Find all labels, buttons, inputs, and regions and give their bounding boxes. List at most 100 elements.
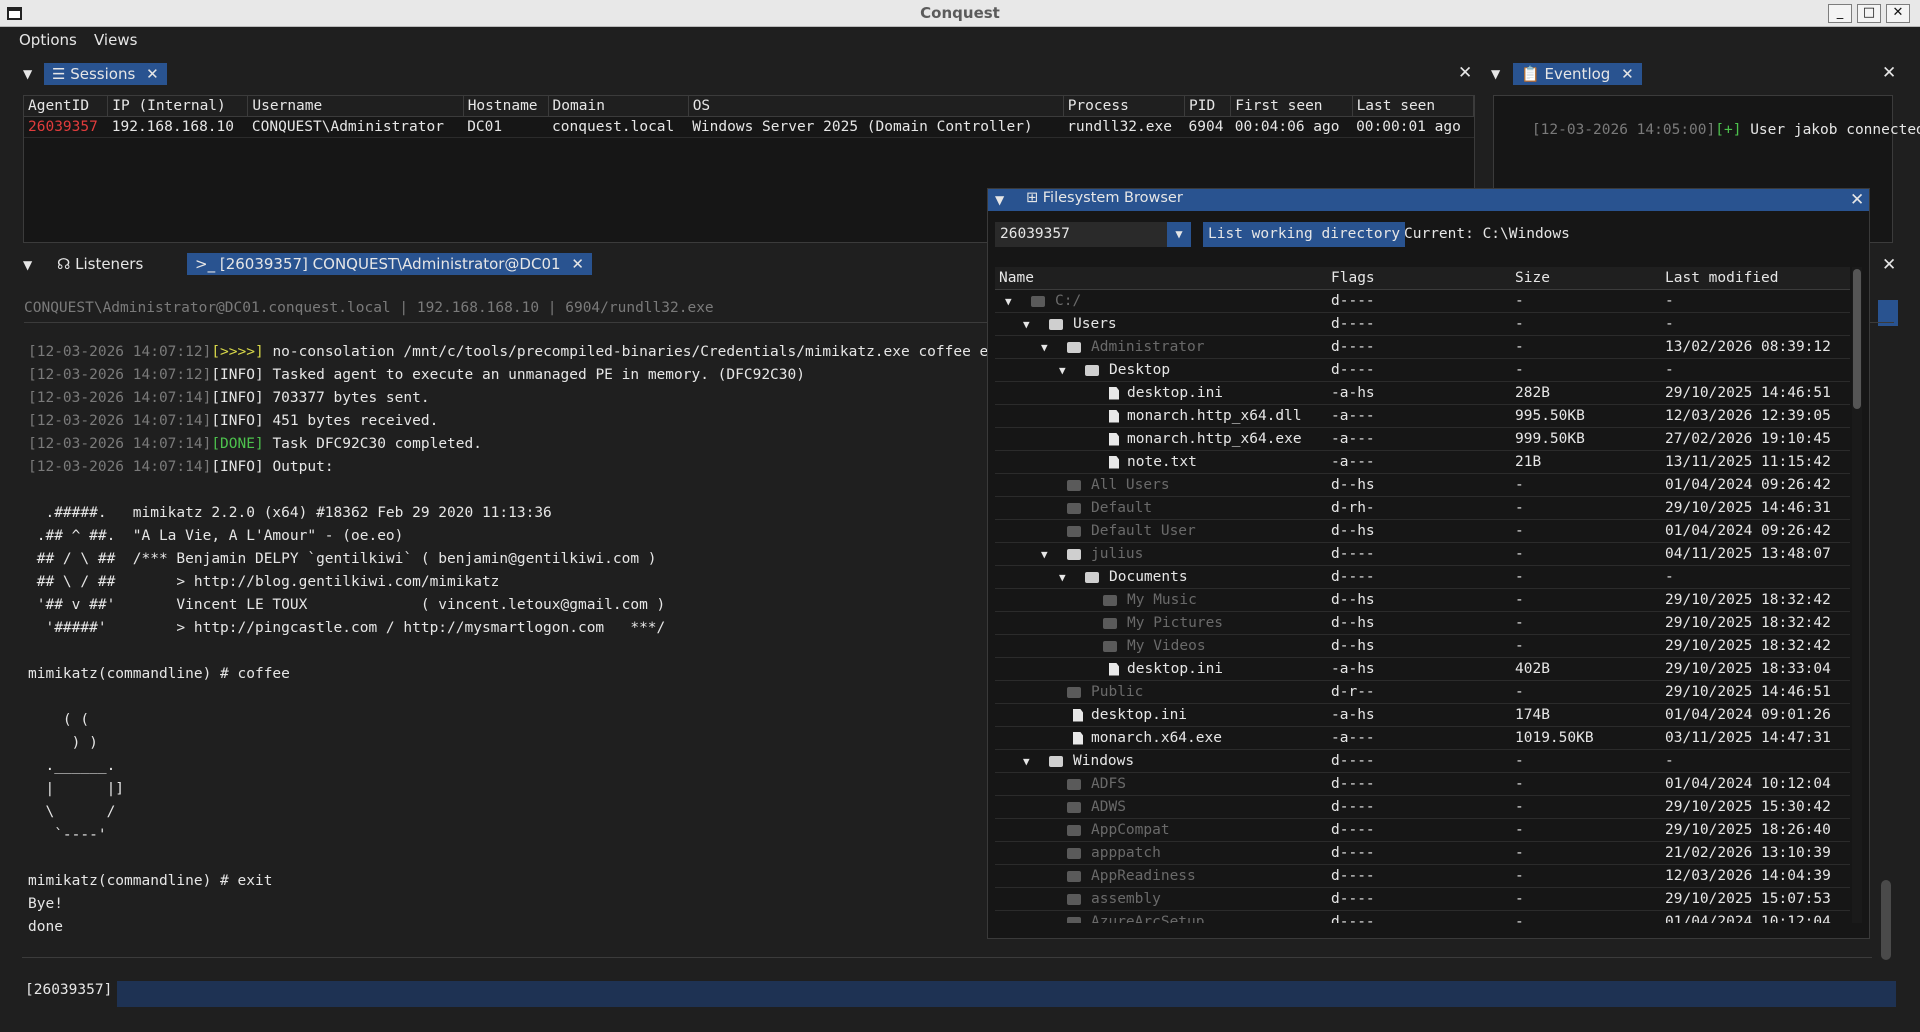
fs-menu-icon[interactable]: ▼ — [995, 193, 1004, 207]
fs-row[interactable]: My Music d--hs - 29/10/2025 18:32:42 — [995, 589, 1850, 612]
fs-row[interactable]: desktop.ini -a-hs 282B 29/10/2025 14:46:51 — [995, 382, 1850, 405]
fs-name: monarch.http_x64.dll — [1127, 408, 1302, 424]
expand-arrow-icon[interactable]: ▼ — [1023, 313, 1030, 336]
fs-row[interactable]: ADFS d---- - 01/04/2024 10:12:04 — [995, 773, 1850, 796]
menu-options[interactable]: Options — [19, 31, 77, 49]
fs-row[interactable]: apppatch d---- - 21/02/2026 13:10:39 — [995, 842, 1850, 865]
sessions-col-header[interactable]: Username — [247, 96, 464, 117]
fs-row[interactable]: My Videos d--hs - 29/10/2025 18:32:42 — [995, 635, 1850, 658]
fs-row[interactable]: monarch.http_x64.dll -a--- 995.50KB 12/03/2… — [995, 405, 1850, 428]
fs-row[interactable]: Public d-r-- - 29/10/2025 14:46:51 — [995, 681, 1850, 704]
fs-modified: 01/04/2024 09:01:26 — [1665, 707, 1831, 723]
sessions-panel-close-icon[interactable]: ✕ — [1458, 63, 1472, 83]
console-panel-close-icon[interactable]: ✕ — [1882, 255, 1896, 275]
fs-flags: -a--- — [1331, 408, 1375, 424]
maximize-button[interactable]: □ — [1857, 4, 1881, 23]
chevron-down-icon[interactable]: ▼ — [1167, 222, 1191, 247]
menubar — [0, 27, 1920, 52]
col-size[interactable]: Size — [1515, 267, 1550, 290]
fs-row[interactable]: ▼ C:/ d---- - - — [995, 290, 1850, 313]
fs-row[interactable]: My Pictures d--hs - 29/10/2025 18:32:42 — [995, 612, 1850, 635]
fs-scrollbar[interactable] — [1852, 267, 1862, 923]
tab-sessions[interactable]: ☰ Sessions ✕ — [44, 63, 167, 85]
log-timestamp: [12-03-2026 14:07:14] — [28, 413, 212, 429]
fs-row[interactable]: desktop.ini -a-hs 174B 01/04/2024 09:01:26 — [995, 704, 1850, 727]
fs-row[interactable]: monarch.http_x64.exe -a--- 999.50KB 27/02/2… — [995, 428, 1850, 451]
session-cell: DC01 — [463, 116, 549, 138]
col-name[interactable]: Name — [999, 267, 1034, 290]
close-icon[interactable]: ✕ — [146, 65, 159, 83]
console-input[interactable] — [117, 981, 1896, 1007]
fs-row[interactable]: assembly d---- - 29/10/2025 15:07:53 — [995, 888, 1850, 911]
sessions-col-header[interactable]: Process — [1063, 96, 1186, 117]
fs-close-icon[interactable]: ✕ — [1850, 190, 1864, 210]
log-timestamp: [12-03-2026 14:07:14] — [28, 390, 212, 406]
fs-flags: d--hs — [1331, 638, 1375, 654]
fs-flags: d---- — [1331, 293, 1375, 309]
sessions-col-header[interactable]: Last seen — [1352, 96, 1475, 117]
fs-row[interactable]: ▼ Desktop d---- - - — [995, 359, 1850, 382]
log-text: no-consolation /mnt/c/tools/precompiled-… — [263, 344, 1015, 360]
sessions-col-header[interactable]: IP (Internal) — [107, 96, 249, 117]
tree-icon: ⊞ — [1026, 190, 1039, 206]
fs-row[interactable]: desktop.ini -a-hs 402B 29/10/2025 18:33:04 — [995, 658, 1850, 681]
fs-row[interactable]: ▼ Users d---- - - — [995, 313, 1850, 336]
fs-row[interactable]: Default d-rh- - 29/10/2025 14:46:31 — [995, 497, 1850, 520]
fs-row[interactable]: ▼ julius d---- - 04/11/2025 13:48:07 — [995, 543, 1850, 566]
expand-arrow-icon[interactable]: ▼ — [1023, 750, 1030, 773]
eventlog-dock-menu-icon[interactable]: ▼ — [1491, 67, 1500, 81]
expand-arrow-icon[interactable]: ▼ — [1041, 336, 1048, 359]
eventlog-panel-close-icon[interactable]: ✕ — [1882, 63, 1896, 83]
fs-row[interactable]: AppReadiness d---- - 12/03/2026 14:04:39 — [995, 865, 1850, 888]
expand-arrow-icon[interactable]: ▼ — [1005, 290, 1012, 313]
log-timestamp: [12-03-2026 14:07:14] — [28, 436, 212, 452]
list-icon: ☰ — [52, 65, 66, 83]
fs-row[interactable]: note.txt -a--- 21B 13/11/2025 11:15:42 — [995, 451, 1850, 474]
expand-arrow-icon[interactable]: ▼ — [1059, 566, 1066, 589]
fs-row[interactable]: ADWS d---- - 29/10/2025 15:30:42 — [995, 796, 1850, 819]
eventlog-scrollbar[interactable] — [1881, 880, 1891, 960]
menu-views[interactable]: Views — [94, 31, 137, 49]
fs-flags: -a-hs — [1331, 661, 1375, 677]
sessions-col-header[interactable]: AgentID — [24, 96, 109, 117]
sessions-col-header[interactable]: PID — [1184, 96, 1232, 117]
fs-modified: - — [1665, 753, 1674, 769]
tab-listeners[interactable]: ☊ Listeners — [49, 253, 151, 275]
fs-modified: 12/03/2026 14:04:39 — [1665, 868, 1831, 884]
fs-name: Documents — [1109, 569, 1188, 585]
close-icon[interactable]: ✕ — [1621, 65, 1634, 83]
minimize-button[interactable]: _ — [1828, 4, 1852, 23]
log-timestamp: [12-03-2026 14:07:12] — [28, 344, 212, 360]
close-window-button[interactable]: ✕ — [1886, 4, 1910, 23]
list-working-directory-button[interactable]: List working directory — [1203, 222, 1406, 247]
fs-row[interactable]: All Users d--hs - 01/04/2024 09:26:42 — [995, 474, 1850, 497]
fs-row[interactable]: ▼ Documents d---- - - — [995, 566, 1850, 589]
sessions-col-header[interactable]: Domain — [548, 96, 689, 117]
col-flags[interactable]: Flags — [1331, 267, 1375, 290]
expand-arrow-icon[interactable]: ▼ — [1041, 543, 1048, 566]
expand-arrow-icon[interactable]: ▼ — [1059, 359, 1066, 382]
sessions-table: AgentID IP (Internal) Username Hostname Doma… — [24, 96, 1475, 138]
sessions-col-header[interactable]: OS — [688, 96, 1064, 117]
fs-row[interactable]: ▼ Administrator d---- - 13/02/2026 08:39:12 — [995, 336, 1850, 359]
col-last-modified[interactable]: Last modified — [1665, 267, 1779, 290]
close-icon[interactable]: ✕ — [571, 255, 584, 273]
tab-eventlog[interactable]: 📋 Eventlog ✕ — [1513, 63, 1642, 85]
fs-modified: - — [1665, 362, 1674, 378]
sessions-col-header[interactable]: First seen — [1230, 96, 1353, 117]
fs-name: Desktop — [1109, 362, 1171, 378]
session-row[interactable]: 26039357 192.168.168.10 CONQUEST\Administr… — [24, 116, 1474, 138]
fs-row[interactable]: Default User d--hs - 01/04/2024 09:26:42 — [995, 520, 1850, 543]
session-cell: Windows Server 2025 (Domain Controller) — [688, 116, 1064, 138]
fs-row[interactable]: AzureArcSetup d---- - 01/04/2024 10:12:04 — [995, 911, 1850, 923]
sessions-col-header[interactable]: Hostname — [463, 96, 549, 117]
tab-agent-console[interactable]: >_ [26039357] CONQUEST\Administrator@DC0… — [187, 253, 592, 275]
fs-scrollbar-thumb[interactable] — [1853, 269, 1861, 409]
fs-row[interactable]: AppCompat d---- - 29/10/2025 18:26:40 — [995, 819, 1850, 842]
fs-row[interactable]: ▼ Windows d---- - - — [995, 750, 1850, 773]
console-dock-menu-icon[interactable]: ▼ — [23, 258, 32, 272]
sessions-dock-menu-icon[interactable]: ▼ — [23, 67, 32, 81]
fs-row[interactable]: monarch.x64.exe -a--- 1019.50KB 03/11/2025 … — [995, 727, 1850, 750]
agent-select[interactable]: 26039357 ▼ — [995, 222, 1191, 247]
folder-icon — [1067, 865, 1081, 888]
